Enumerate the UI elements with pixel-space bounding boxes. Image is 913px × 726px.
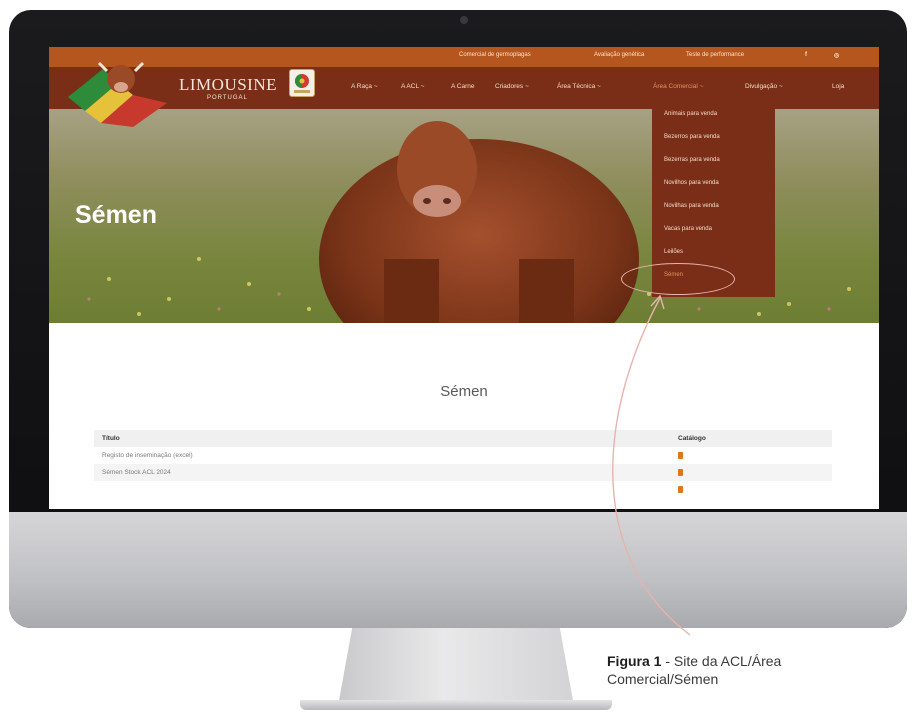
facebook-icon[interactable]: f (805, 52, 807, 58)
topbar-link-avaliacao[interactable]: Avaliação genética (594, 52, 644, 58)
nav-divulgacao[interactable]: Divulgação ~ (745, 83, 783, 90)
dropdown-item-novilhos[interactable]: Novilhos para venda (664, 180, 719, 186)
dropdown-item-leiloes[interactable]: Leilões (664, 249, 683, 255)
nav-a-carne[interactable]: A Carne (451, 83, 475, 90)
column-header-titulo: Título (102, 435, 120, 442)
table-row: Sémen Stock ACL 2024 (94, 464, 832, 481)
instagram-icon[interactable]: ◎ (834, 52, 839, 59)
dropdown-item-vacas[interactable]: Vacas para venda (664, 226, 712, 232)
nav-area-comercial[interactable]: Área Comercial ~ (653, 83, 703, 90)
topbar-link-germoplasma[interactable]: Comercial de germoplagas (459, 52, 531, 58)
figure-caption: Figura 1 - Site da ACL/Área Comercial/Sé… (607, 652, 877, 688)
table-header-row: Título Catálogo (94, 430, 832, 447)
logo-wordmark: LIMOUSINE (179, 75, 277, 94)
pdf-download-icon[interactable] (678, 469, 683, 478)
row-title[interactable]: Sémen Stock ACL 2024 (102, 469, 171, 476)
dropdown-item-bezerras[interactable]: Bezerras para venda (664, 157, 720, 163)
monitor-stand-base (300, 700, 612, 710)
pdf-download-icon[interactable] (678, 452, 683, 461)
limousine-logo-icon[interactable] (63, 53, 173, 131)
caption-label: Figura 1 (607, 653, 662, 669)
table-row: Registo de inseminação (excel) (94, 447, 832, 464)
table-row (94, 481, 832, 498)
website-screen: Comercial de germoplagas Avaliação genét… (49, 47, 879, 509)
nav-criadores[interactable]: Criadores ~ (495, 83, 529, 90)
logo-country: PORTUGAL (207, 95, 248, 101)
semen-table: Título Catálogo Registo de inseminação (… (94, 430, 832, 498)
nav-loja[interactable]: Loja (832, 83, 844, 90)
nav-a-acl[interactable]: A ACL ~ (401, 83, 424, 90)
dropdown-item-bezerros[interactable]: Bezerros para venda (664, 134, 720, 140)
monitor-stand (338, 628, 574, 706)
hero-title: Sémen (75, 201, 157, 229)
page-title: Sémen (440, 383, 488, 400)
webcam-icon (460, 16, 468, 24)
nav-area-tecnica[interactable]: Área Técnica ~ (557, 83, 601, 90)
row-title[interactable]: Registo de inseminação (excel) (102, 452, 193, 459)
nav-a-raca[interactable]: A Raça ~ (351, 83, 378, 90)
portugal-badge-icon (289, 69, 315, 97)
dropdown-item-animais[interactable]: Animais para venda (664, 111, 717, 117)
dropdown-item-novilhas[interactable]: Novilhas para venda (664, 203, 719, 209)
top-utility-bar: Comercial de germoplagas Avaliação genét… (49, 47, 879, 67)
pdf-download-icon[interactable] (678, 486, 683, 495)
column-header-catalogo: Catálogo (678, 435, 706, 442)
topbar-link-teste[interactable]: Teste de performance (686, 52, 744, 58)
monitor-chin (9, 512, 907, 628)
highlight-ellipse (621, 263, 735, 295)
